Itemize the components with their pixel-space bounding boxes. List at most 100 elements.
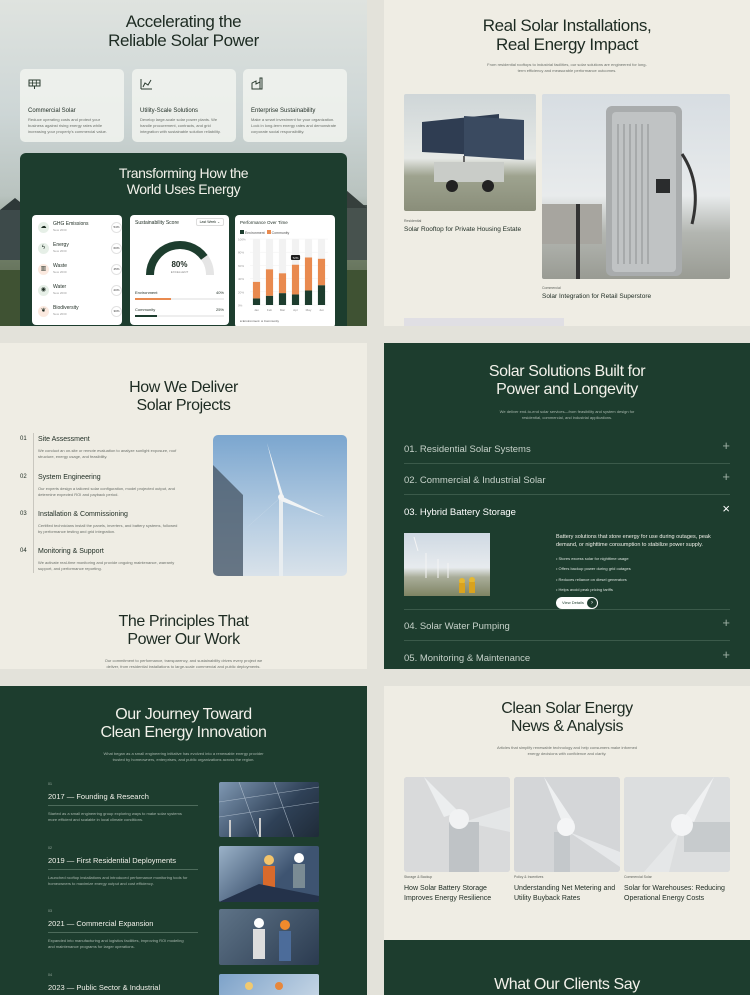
performance-footer: ● Environment ● Community	[240, 319, 279, 323]
emission-row[interactable]: ❦ Biodiversity New 2030 30%	[38, 303, 122, 321]
emissions-card: ☁ GHG Emissions New 2030 54% ϟ Energy New 203…	[32, 215, 122, 325]
emission-row[interactable]: ◉ Water New 2030 20%	[38, 282, 122, 300]
drop-icon: ◉	[38, 285, 49, 296]
workers-image	[253, 918, 291, 961]
plus-icon: +	[722, 647, 730, 662]
wind-farm-image	[413, 536, 475, 593]
score-card: Sustainability Score Last Week ⌄ 80% EXC…	[130, 215, 229, 325]
score-row-environment: Environment 40%	[135, 290, 224, 300]
bar-environment	[278, 293, 287, 305]
accordion-item-commercial[interactable]: 02. Commercial & Industrial Solar +	[404, 464, 730, 495]
card-title: Commercial Solar	[28, 108, 76, 114]
bar-community	[291, 264, 300, 295]
dashboard-section: Transforming How the World Uses Energy ☁ G…	[20, 153, 347, 326]
card-desc: Reduce operating costs and protect your …	[28, 117, 108, 134]
bullet-item: • Offers backup power during grid outage…	[556, 566, 631, 572]
score-value: 80%	[171, 260, 188, 269]
testimonials-section: What Our Clients Say	[384, 940, 750, 995]
journey-photo	[219, 974, 319, 995]
battery-bullets: • Stores excess solar for nighttime usag…	[556, 554, 631, 596]
wind-turbine-photo	[213, 435, 347, 576]
turbine-hub-image	[404, 777, 510, 872]
x-tick-label: Feb	[267, 308, 273, 312]
plus-icon: +	[722, 615, 730, 630]
news-title-link[interactable]: How Solar Battery Storage Improves Energ…	[404, 884, 516, 904]
installation-title[interactable]: Solar Rooftop for Private Housing Estate	[404, 226, 521, 233]
score-row-community: Community 25%	[135, 307, 224, 317]
trash-icon: ▥	[38, 264, 49, 275]
timeline-item: 03 2021 — Commercial Expansion Expanded in…	[48, 909, 198, 950]
dashboard-title: Transforming How the World Uses Energy	[118, 165, 249, 197]
bar-environment	[291, 294, 300, 305]
performance-chart: 100% 80% 60% 40% 20% 0% Jan Feb Mar Apr May Jun 72%	[238, 238, 328, 312]
y-tick-label: 60%	[238, 264, 244, 268]
score-title: Sustainability Score	[135, 220, 179, 226]
bullet-item: • Helps avoid peak pricing tariffs	[556, 587, 613, 593]
trailer-photo[interactable]	[404, 94, 536, 211]
news-card-image[interactable]	[624, 777, 730, 872]
news-panel: Clean Solar Energy News & Analysis Articl…	[384, 686, 750, 995]
turbine-blade-image	[514, 777, 620, 872]
y-tick-label: 100%	[238, 238, 246, 242]
news-title-link[interactable]: Understanding Net Metering and Utility B…	[514, 884, 626, 904]
tooltip-label: 72%	[292, 256, 298, 260]
bar-environment	[265, 295, 274, 305]
co2-icon: ☁	[38, 222, 49, 233]
service-card-commercial[interactable]: Commercial Solar Reduce operating costs …	[20, 69, 124, 142]
card-desc: Make a smart investment for your organiz…	[251, 117, 337, 134]
news-category: Policy & Incentives	[514, 875, 544, 879]
emission-row[interactable]: ▥ Waste New 2030 45%	[38, 261, 122, 279]
process-title: How We Deliver Solar Projects	[129, 379, 238, 414]
principles-subtitle: Our commitment to performance, transpare…	[104, 658, 263, 669]
performance-legend: Environment Community	[240, 230, 289, 235]
bullet-item: • Reduces reliance on diesel generators	[556, 576, 627, 582]
x-tick-label: May	[306, 308, 312, 312]
battery-description: Battery solutions that store energy for …	[556, 534, 711, 549]
card-desc: Develop large-scale solar power plants. …	[140, 117, 221, 134]
installations-subtitle: From residential rooftops to industrial …	[487, 62, 647, 73]
y-tick-label: 80%	[238, 251, 244, 255]
installation-category: Residential	[404, 219, 422, 223]
steps-divider	[33, 433, 34, 573]
bar-community	[304, 257, 313, 291]
installation-category: Commercial	[542, 286, 561, 290]
installations-panel: Real Solar Installations, Real Energy Imp…	[384, 0, 750, 326]
timeline-item: 04 2023 — Public Sector & Industrial	[48, 973, 198, 995]
bar-environment	[317, 285, 326, 305]
next-card-peek	[404, 318, 564, 326]
hero-title: Accelerating the Reliable Solar Power	[108, 12, 259, 51]
x-tick-label: Jun	[319, 308, 324, 312]
accordion-item-pumping[interactable]: 04. Solar Water Pumping +	[404, 610, 730, 641]
service-card-enterprise[interactable]: Enterprise Sustainability Make a smart i…	[243, 69, 347, 142]
period-select[interactable]: Last Week ⌄	[195, 218, 224, 226]
performance-card: Performance Over Time Environment Commun…	[235, 215, 335, 326]
emission-row[interactable]: ϟ Energy New 2030 60%	[38, 240, 122, 258]
journey-photo	[219, 909, 319, 965]
timeline-item: 01 2017 — Founding & Research Started as a…	[48, 782, 198, 823]
service-card-utility[interactable]: Utility-Scale Solutions Develop large-sc…	[132, 69, 236, 142]
hero-panel: Accelerating the Reliable Solar Power Com…	[0, 0, 367, 326]
accordion-item-residential[interactable]: 01. Residential Solar Systems +	[404, 433, 730, 464]
bar-environment	[304, 290, 313, 305]
y-tick-label: 40%	[238, 277, 244, 281]
emission-row[interactable]: ☁ GHG Emissions New 2030 54%	[38, 219, 122, 237]
solutions-title: Solar Solutions Built for Power and Longe…	[488, 363, 646, 398]
accordion-item-battery[interactable]: 03. Hybrid Battery Storage ×	[404, 496, 730, 527]
news-subtitle: Articles that simplify renewable technol…	[496, 745, 638, 756]
news-card-image[interactable]	[404, 777, 510, 872]
journey-photo	[219, 782, 319, 837]
charger-photo[interactable]	[542, 94, 730, 279]
card-title: Enterprise Sustainability	[251, 108, 316, 114]
bar-community	[252, 281, 261, 299]
x-tick-label: Apr	[293, 308, 298, 312]
accordion-item-monitoring[interactable]: 05. Monitoring & Maintenance +	[404, 642, 730, 669]
bar-environment	[252, 298, 261, 305]
news-card-image[interactable]	[514, 777, 620, 872]
x-tick-label: Jan	[254, 308, 259, 312]
close-icon: ×	[722, 501, 730, 516]
view-details-button[interactable]: View Details ›	[556, 597, 598, 609]
bolt-icon: ϟ	[38, 243, 49, 254]
news-title-link[interactable]: Solar for Warehouses: Reducing Operation…	[624, 884, 736, 904]
installation-title[interactable]: Solar Integration for Retail Superstore	[542, 293, 651, 300]
engineers-image	[219, 853, 319, 902]
